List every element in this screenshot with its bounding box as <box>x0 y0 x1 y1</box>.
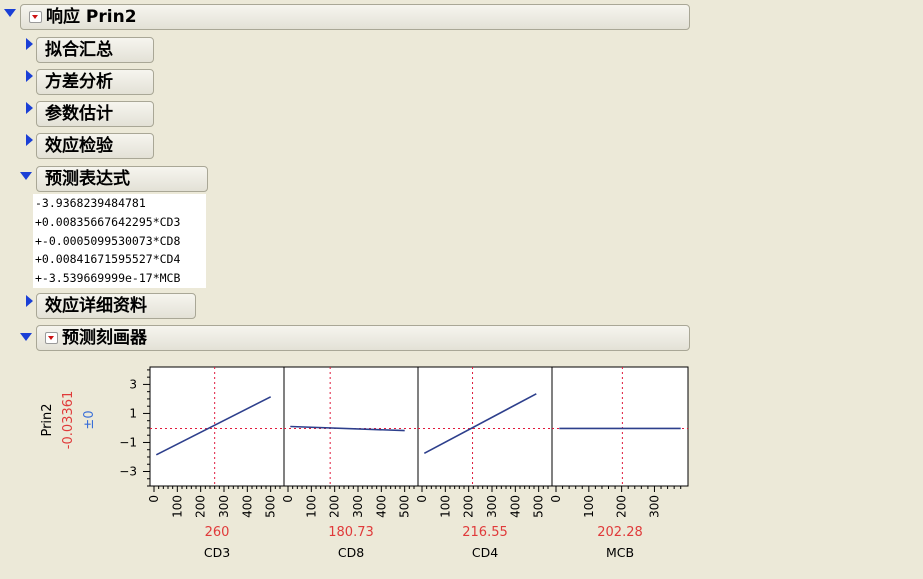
factor-current-value: 216.55 <box>462 525 508 540</box>
x-tick-label: 500 <box>398 495 412 518</box>
y-tick-label: −3 <box>119 464 137 478</box>
x-tick-label: 300 <box>647 495 661 518</box>
factor-name: CD4 <box>472 545 498 560</box>
x-tick-label: 100 <box>582 495 596 518</box>
x-tick-label: 400 <box>374 495 388 518</box>
x-tick-label: 100 <box>304 495 318 518</box>
response-name: Prin2 <box>40 403 55 436</box>
x-tick-label: 500 <box>264 495 278 518</box>
panel-frame <box>551 366 689 487</box>
x-tick-label: 200 <box>194 495 208 518</box>
x-tick-label: 0 <box>549 495 563 503</box>
x-tick-label: 0 <box>281 495 295 503</box>
factor-current-value: 180.73 <box>328 525 374 540</box>
y-tick-label: 3 <box>129 377 137 391</box>
response-value: -0.03361 <box>61 391 76 449</box>
response-ci: ±0 <box>82 410 97 429</box>
factor-panels: 0 100 200 300 400 500 260 CD3 0 100 200 300 400 500 18… <box>147 366 689 560</box>
y-tick-label: −1 <box>119 435 137 449</box>
x-tick-label: 200 <box>462 495 476 518</box>
x-tick-label: 300 <box>217 495 231 518</box>
prediction-profiler-plot[interactable]: Prin2 -0.03361 ±0 −3 −1 1 3 0 100 200 300 400 50… <box>0 0 923 579</box>
x-tick-label: 0 <box>415 495 429 503</box>
x-tick-label: 200 <box>328 495 342 518</box>
factor-panel-cd3: 0 100 200 300 400 500 260 CD3 <box>147 366 285 560</box>
factor-panel-cd8: 0 100 200 300 400 500 180.73 CD8 <box>281 366 419 560</box>
x-tick-label: 300 <box>485 495 499 518</box>
x-tick-label: 400 <box>240 495 254 518</box>
x-tick-label: 500 <box>532 495 546 518</box>
panel-frame <box>149 366 285 487</box>
panel-frame <box>417 366 553 487</box>
factor-current-value: 202.28 <box>597 525 643 540</box>
x-tick-label: 400 <box>508 495 522 518</box>
x-tick-label: 200 <box>615 495 629 518</box>
factor-name: MCB <box>606 545 634 560</box>
y-axis: −3 −1 1 3 <box>119 367 151 487</box>
factor-name: CD3 <box>204 545 230 560</box>
factor-current-value: 260 <box>205 525 230 540</box>
factor-panel-mcb: 0 100 200 300 202.28 MCB <box>549 366 689 560</box>
x-tick-label: 0 <box>147 495 161 503</box>
factor-name: CD8 <box>338 545 364 560</box>
factor-panel-cd4: 0 100 200 300 400 500 216.55 CD4 <box>415 366 553 560</box>
x-tick-label: 300 <box>351 495 365 518</box>
y-tick-label: 1 <box>129 406 137 420</box>
x-tick-label: 100 <box>438 495 452 518</box>
x-tick-label: 100 <box>170 495 184 518</box>
